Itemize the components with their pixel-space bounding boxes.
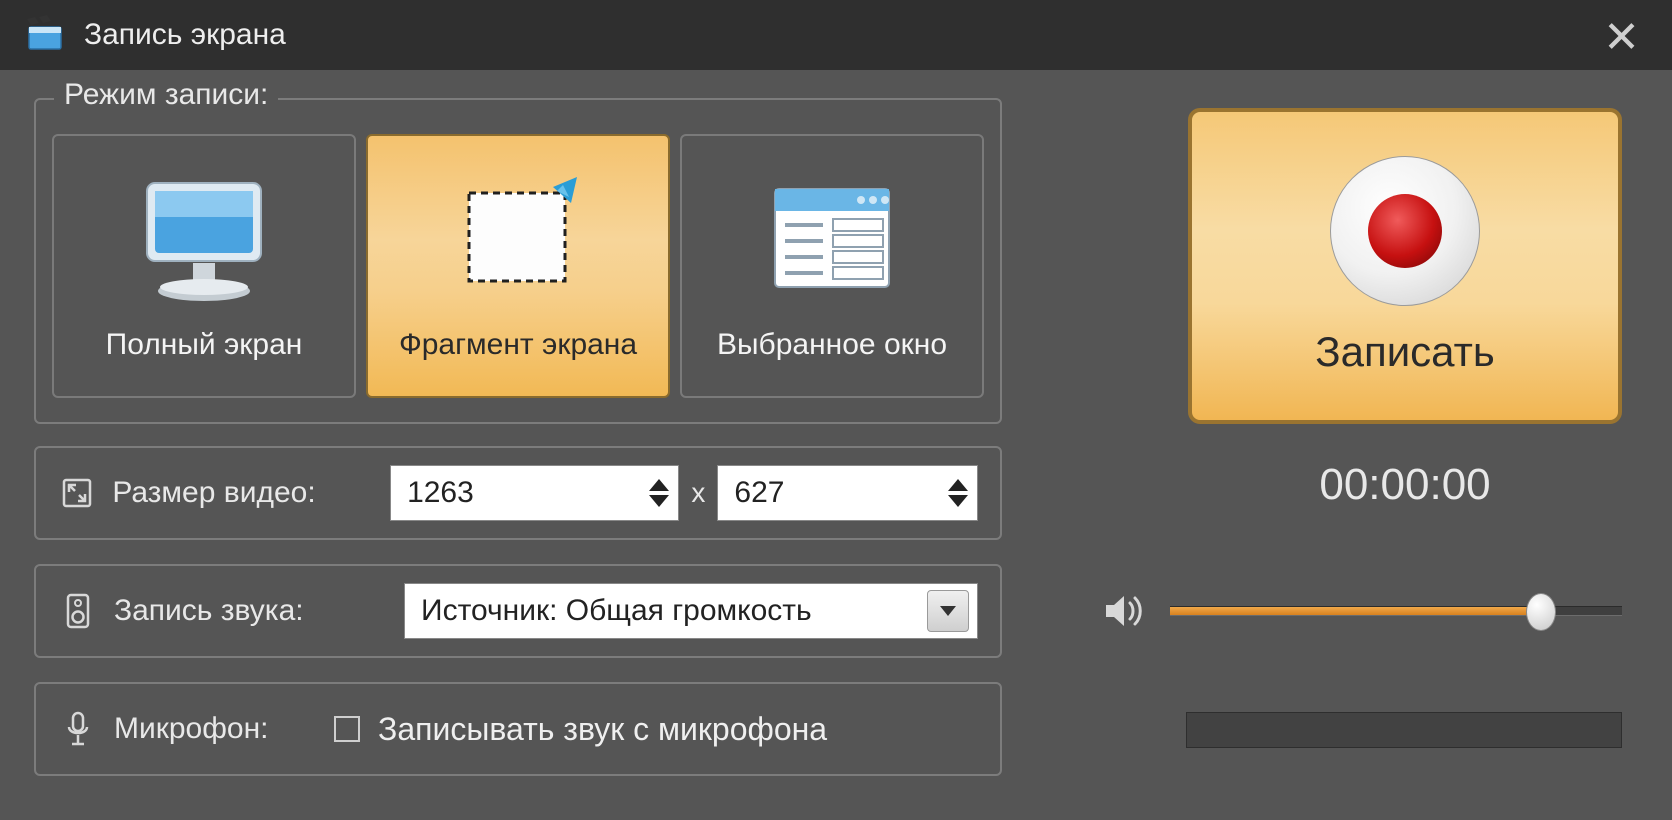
mode-fullscreen-button[interactable]: Полный экран — [52, 134, 356, 398]
mode-window-label: Выбранное окно — [717, 328, 947, 362]
microphone-checkbox[interactable] — [334, 716, 360, 742]
width-step-up-icon[interactable] — [649, 479, 669, 491]
recording-mode-group: Режим записи: Полный экран — [34, 98, 1002, 424]
mode-fragment-label: Фрагмент экрана — [399, 328, 637, 362]
recording-timer: 00:00:00 — [1188, 450, 1622, 520]
microphone-level-meter — [1186, 712, 1622, 748]
microphone-icon — [58, 711, 98, 747]
mode-fullscreen-label: Полный экран — [106, 328, 303, 362]
audio-source-label: Запись звука: — [114, 594, 404, 628]
speaker-icon — [58, 593, 98, 629]
video-size-row: Размер видео: 1263 x 627 — [34, 446, 1002, 540]
microphone-checkbox-label: Записывать звук с микрофона — [378, 711, 827, 748]
volume-control — [1102, 582, 1622, 640]
volume-slider[interactable] — [1170, 606, 1622, 616]
mode-fragment-button[interactable]: Фрагмент экрана — [366, 134, 670, 398]
width-step-down-icon[interactable] — [649, 495, 669, 507]
video-height-input[interactable]: 627 — [717, 465, 978, 521]
selection-icon — [443, 170, 593, 310]
content-area: Режим записи: Полный экран — [0, 70, 1672, 820]
dimension-separator: x — [691, 477, 705, 509]
audio-source-select[interactable]: Источник: Общая громкость — [404, 583, 978, 639]
audio-source-row: Запись звука: Источник: Общая громкость — [34, 564, 1002, 658]
video-height-value: 627 — [718, 476, 939, 510]
microphone-label: Микрофон: — [114, 712, 334, 746]
video-size-label: Размер видео: — [112, 476, 390, 510]
app-icon — [24, 14, 66, 56]
mode-window-button[interactable]: Выбранное окно — [680, 134, 984, 398]
window-title: Запись экрана — [84, 18, 286, 52]
dropdown-button[interactable] — [927, 590, 969, 632]
window-icon — [757, 170, 907, 310]
video-width-input[interactable]: 1263 — [390, 465, 679, 521]
record-button-label: Записать — [1315, 328, 1494, 376]
titlebar: Запись экрана ✕ — [0, 0, 1672, 70]
chevron-down-icon — [940, 606, 956, 616]
volume-icon — [1102, 589, 1146, 633]
audio-source-value: Источник: Общая громкость — [405, 594, 927, 628]
height-step-up-icon[interactable] — [948, 479, 968, 491]
record-icon — [1330, 156, 1480, 306]
close-button[interactable]: ✕ — [1603, 12, 1640, 63]
record-button[interactable]: Записать — [1188, 108, 1622, 424]
microphone-row: Микрофон: Записывать звук с микрофона — [34, 682, 1002, 776]
volume-slider-thumb[interactable] — [1526, 593, 1556, 631]
video-width-value: 1263 — [391, 476, 640, 510]
recording-mode-legend: Режим записи: — [54, 78, 278, 112]
height-step-down-icon[interactable] — [948, 495, 968, 507]
monitor-icon — [129, 170, 279, 310]
resize-icon — [58, 478, 96, 508]
